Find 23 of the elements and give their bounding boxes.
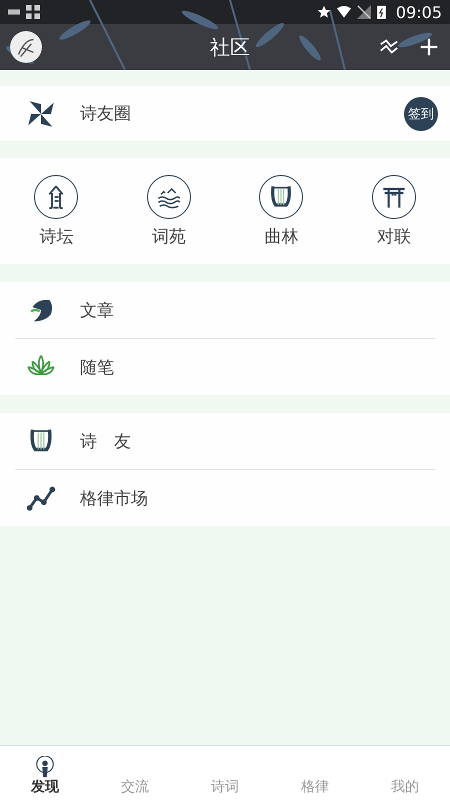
- category-label[interactable]: 曲林: [264, 224, 298, 248]
- list-item[interactable]: 随笔: [15, 339, 435, 395]
- checkin-button[interactable]: 签到: [404, 96, 438, 130]
- moments-label: 诗友圈: [80, 103, 132, 125]
- add-icon[interactable]: [418, 36, 440, 58]
- battery-icon: [376, 5, 386, 19]
- wifi-icon: [336, 5, 351, 19]
- category-label[interactable]: 词苑: [152, 224, 186, 248]
- broadcast-icon: [34, 756, 56, 778]
- category-label[interactable]: 对联: [376, 224, 411, 248]
- moments-row[interactable]: 诗友圈 签到: [0, 86, 450, 141]
- list-item[interactable]: 文章: [15, 282, 435, 339]
- status-time: 09:05: [396, 2, 442, 22]
- no-sim-icon: [356, 5, 371, 19]
- avatar[interactable]: [10, 31, 42, 63]
- notification-icon: [8, 8, 20, 16]
- header-title: 社区: [209, 34, 251, 60]
- list-item[interactable]: 格律市场: [15, 470, 435, 526]
- nav-tab[interactable]: 发现: [0, 746, 90, 800]
- grid-icon: [26, 5, 40, 19]
- category-label[interactable]: 诗坛: [39, 224, 74, 248]
- list-item[interactable]: 诗 友: [15, 413, 435, 470]
- star-icon: [316, 5, 331, 19]
